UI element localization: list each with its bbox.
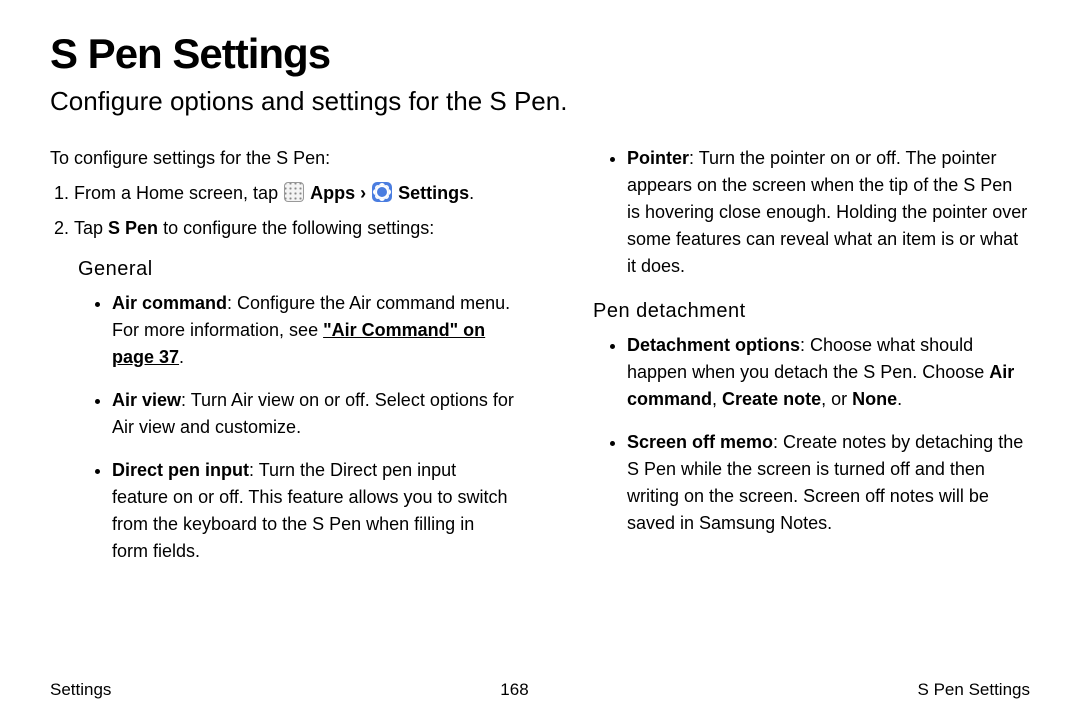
memo-label: Screen off memo: [627, 432, 773, 452]
breadcrumb-sep: ›: [355, 183, 371, 203]
settings-icon: [372, 182, 392, 202]
opt-end: .: [897, 389, 902, 409]
opt-none: None: [852, 389, 897, 409]
opt-comma: ,: [712, 389, 722, 409]
step2-pre: Tap: [74, 218, 108, 238]
step1-pre: From a Home screen, tap: [74, 183, 283, 203]
footer-page-number: 168: [500, 680, 528, 700]
item-air-view: Air view: Turn Air view on or off. Selec…: [112, 387, 515, 441]
footer-left: Settings: [50, 680, 111, 700]
right-column: Pointer: Turn the pointer on or off. The…: [565, 145, 1030, 668]
pointer-label: Pointer: [627, 148, 689, 168]
item-pointer: Pointer: Turn the pointer on or off. The…: [627, 145, 1030, 280]
apps-icon: [284, 182, 304, 202]
settings-label: Settings: [398, 183, 469, 203]
general-heading: General: [78, 254, 515, 284]
opt-create-note: Create note: [722, 389, 821, 409]
step-1: From a Home screen, tap Apps › Settings.: [74, 180, 515, 207]
left-column: To configure settings for the S Pen: Fro…: [50, 145, 515, 668]
item-screen-off-memo: Screen off memo: Create notes by detachi…: [627, 429, 1030, 537]
step1-post: .: [469, 183, 474, 203]
page-title: S Pen Settings: [50, 30, 1030, 78]
page-footer: Settings 168 S Pen Settings: [50, 668, 1030, 700]
air-command-label: Air command: [112, 293, 227, 313]
detach-opt-label: Detachment options: [627, 335, 800, 355]
step-2: Tap S Pen to configure the following set…: [74, 215, 515, 242]
step2-bold: S Pen: [108, 218, 158, 238]
direct-pen-label: Direct pen input: [112, 460, 249, 480]
step2-post: to configure the following settings:: [158, 218, 434, 238]
air-command-end: .: [179, 347, 184, 367]
page-subtitle: Configure options and settings for the S…: [50, 86, 1030, 117]
item-direct-pen: Direct pen input: Turn the Direct pen in…: [112, 457, 515, 565]
footer-right: S Pen Settings: [918, 680, 1030, 700]
air-view-label: Air view: [112, 390, 181, 410]
opt-or: , or: [821, 389, 852, 409]
apps-label: Apps: [310, 183, 355, 203]
item-detachment-options: Detachment options: Choose what should h…: [627, 332, 1030, 413]
item-air-command: Air command: Configure the Air command m…: [112, 290, 515, 371]
pen-detachment-heading: Pen detachment: [593, 296, 1030, 326]
intro-text: To configure settings for the S Pen:: [50, 145, 515, 172]
